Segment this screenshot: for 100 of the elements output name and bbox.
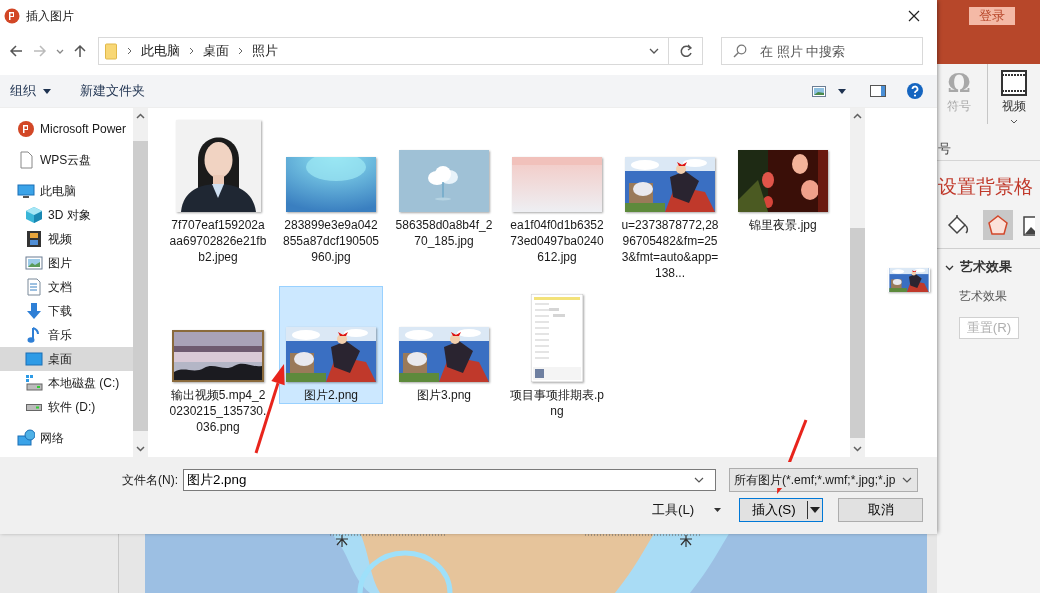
effects-label: 艺术效果 — [959, 288, 1008, 305]
file-type-dropdown[interactable]: 所有图片(*.emf;*.wmf;*.jpg;*.jp — [729, 468, 918, 492]
chevron-right-icon — [189, 47, 194, 55]
document-icon — [25, 278, 43, 296]
powerpoint-icon — [4, 8, 20, 24]
caret-down-icon — [808, 506, 823, 514]
organize-menu[interactable]: 组织 — [10, 82, 51, 100]
ribbon-label: 视频 — [1002, 98, 1026, 115]
paint-bucket-icon — [946, 214, 970, 236]
chevron-down-icon — [136, 446, 145, 452]
omega-glyph: Ω — [947, 68, 971, 98]
breadcrumb-item[interactable]: 此电脑 — [141, 42, 180, 60]
file-name: 图片2.png — [303, 387, 359, 403]
close-icon — [908, 10, 920, 22]
group-label: 号 — [938, 140, 951, 158]
help-icon — [907, 83, 923, 99]
arrow-left-icon — [9, 44, 23, 58]
nav-item[interactable]: Microsoft Power — [0, 117, 133, 141]
file-tile[interactable]: 项目事项排期表.png — [505, 286, 609, 419]
chevron-right-icon — [127, 47, 132, 55]
filename-field[interactable]: 图片2.png — [183, 469, 716, 491]
search-icon — [733, 44, 747, 58]
arrow-up-icon — [73, 44, 87, 58]
file-tile[interactable]: 输出视频5.mp4_20230215_135730.036.png — [166, 286, 270, 435]
scrollbar[interactable] — [850, 108, 865, 457]
nav-item[interactable]: 视频 — [0, 227, 133, 251]
nav-item[interactable]: 文档 — [0, 275, 133, 299]
file-tile[interactable]: ea1f04f0d1b635273ed0497ba0240612.jpg — [505, 116, 609, 265]
file-name: 锦里夜景.jpg — [748, 217, 818, 233]
nav-item[interactable]: 3D 对象 — [0, 203, 133, 227]
section-header[interactable]: 艺术效果 — [945, 258, 1040, 276]
file-tile[interactable]: 7f707eaf159202aaa69702826e21fbb2.jpeg — [166, 116, 270, 265]
film-icon — [1001, 70, 1027, 96]
window-title: 插入图片 — [26, 7, 74, 25]
nav-item[interactable]: 此电脑 — [0, 179, 133, 203]
nav-item[interactable]: 网络 — [0, 426, 133, 450]
ribbon-button[interactable]: 视频 — [987, 64, 1040, 124]
refresh-icon — [678, 44, 693, 58]
help-button[interactable] — [907, 83, 923, 99]
file-tile[interactable]: 586358d0a8b4f_270_185.jpg — [392, 116, 496, 249]
drive-icon — [26, 403, 42, 411]
file-tile[interactable]: 锦里夜景.jpg — [731, 116, 835, 233]
cancel-button[interactable]: 取消 — [838, 498, 924, 522]
insert-button[interactable]: 插入(S) — [739, 498, 824, 522]
file-name: ea1f04f0d1b635273ed0497ba0240612.jpg — [509, 217, 605, 265]
folder-icon — [105, 42, 118, 60]
image-icon — [812, 85, 826, 97]
nav-item[interactable]: 图片 — [0, 251, 133, 275]
file-name: 283899e3e9a042855a87dcf190505960.jpg — [281, 217, 381, 265]
monitor-icon — [17, 182, 35, 200]
chevron-right-icon — [238, 47, 243, 55]
caret-down-icon — [43, 88, 51, 94]
nav-item[interactable]: 软件 (D:) — [0, 395, 133, 419]
nav-item[interactable]: 本地磁盘 (C:) — [0, 371, 133, 395]
search-field[interactable]: 在 照片 中搜索 — [721, 37, 923, 65]
image-icon — [25, 254, 43, 272]
file-name: 586358d0a8b4f_270_185.jpg — [394, 217, 494, 249]
ribbon-label: 符号 — [947, 98, 971, 115]
new-folder-button[interactable]: 新建文件夹 — [80, 82, 145, 100]
download-arrow-icon — [25, 302, 43, 320]
nav-item[interactable]: WPS云盘 — [0, 148, 133, 172]
film-icon — [25, 230, 43, 248]
network-icon — [17, 429, 35, 447]
scrollbar[interactable] — [133, 108, 148, 457]
caret-down-icon — [714, 508, 722, 512]
chevron-down-icon — [902, 477, 912, 483]
chevron-down-icon — [648, 48, 659, 54]
preview-pane-button[interactable] — [870, 85, 886, 97]
nav-item[interactable]: 桌面 — [0, 347, 133, 371]
powerpoint-icon — [17, 120, 35, 138]
breadcrumb-item[interactable]: 照片 — [252, 42, 278, 60]
pane-title: 设置背景格 — [938, 175, 1034, 199]
file-icon — [17, 151, 35, 169]
address-bar[interactable]: 此电脑 桌面 照片 — [98, 37, 703, 65]
desktop-icon — [25, 350, 43, 368]
pane-icon — [870, 85, 886, 97]
file-tile[interactable]: u=2373878772,2896705482&fm=253&fmt=auto&app=138... — [618, 116, 722, 281]
file-tile[interactable]: 图片3.png — [392, 286, 496, 403]
nav-item[interactable]: 下载 — [0, 299, 133, 323]
nav-item[interactable]: 音乐 — [0, 323, 133, 347]
cube-icon — [25, 206, 43, 224]
caret-icon — [1010, 119, 1018, 124]
chevron-down-icon — [694, 477, 704, 483]
view-menu[interactable] — [812, 85, 846, 97]
chevron-up-icon — [136, 113, 145, 119]
drive-icon — [25, 374, 43, 392]
file-name: u=2373878772,2896705482&fm=253&fmt=auto&app=138... — [620, 217, 720, 281]
file-name: 输出视频5.mp4_20230215_135730.036.png — [168, 387, 268, 435]
file-name: 图片3.png — [416, 387, 472, 403]
file-name: 项目事项排期表.png — [509, 387, 605, 419]
file-tile[interactable]: 图片2.png — [279, 286, 383, 404]
image-icon — [1023, 214, 1035, 236]
pentagon-icon — [987, 214, 1009, 236]
arrow-right-icon — [33, 44, 47, 58]
chevron-up-icon — [853, 113, 862, 119]
filename-label: 文件名(N): — [122, 471, 179, 489]
file-tile[interactable]: 283899e3e9a042855a87dcf190505960.jpg — [279, 116, 383, 265]
tools-menu[interactable]: 工具(L) — [652, 501, 722, 519]
breadcrumb-item[interactable]: 桌面 — [203, 42, 229, 60]
chevron-down-icon — [853, 446, 862, 452]
